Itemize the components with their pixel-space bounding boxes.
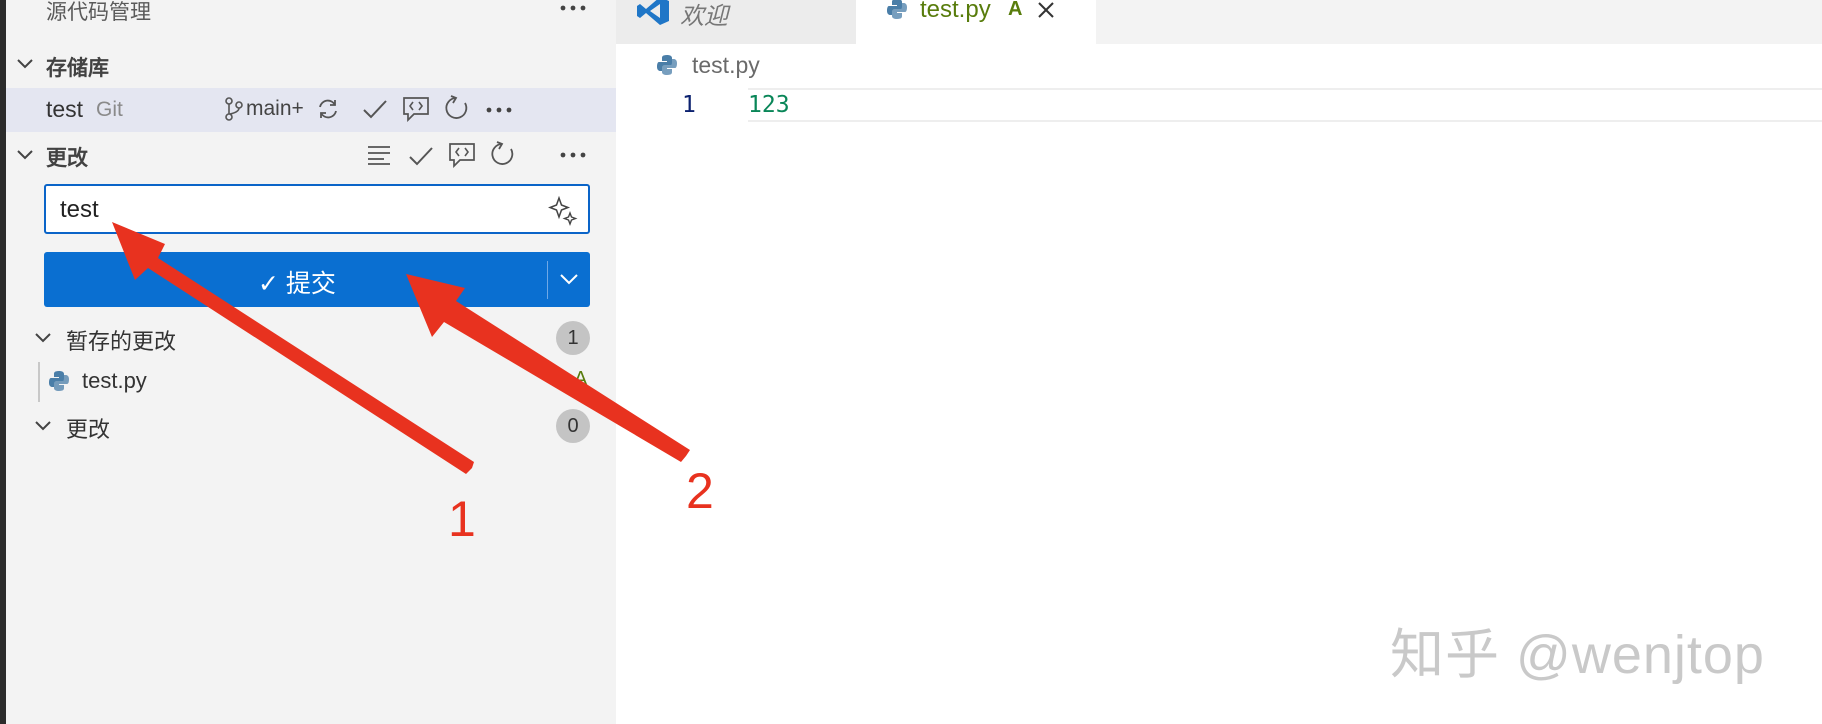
annotation-label-1: 1 (448, 491, 476, 547)
watermark: 知乎 @wenjtop (1390, 625, 1765, 685)
arrow-2 (406, 274, 690, 462)
arrow-1 (112, 222, 474, 474)
annotation-label-2: 2 (686, 463, 714, 519)
